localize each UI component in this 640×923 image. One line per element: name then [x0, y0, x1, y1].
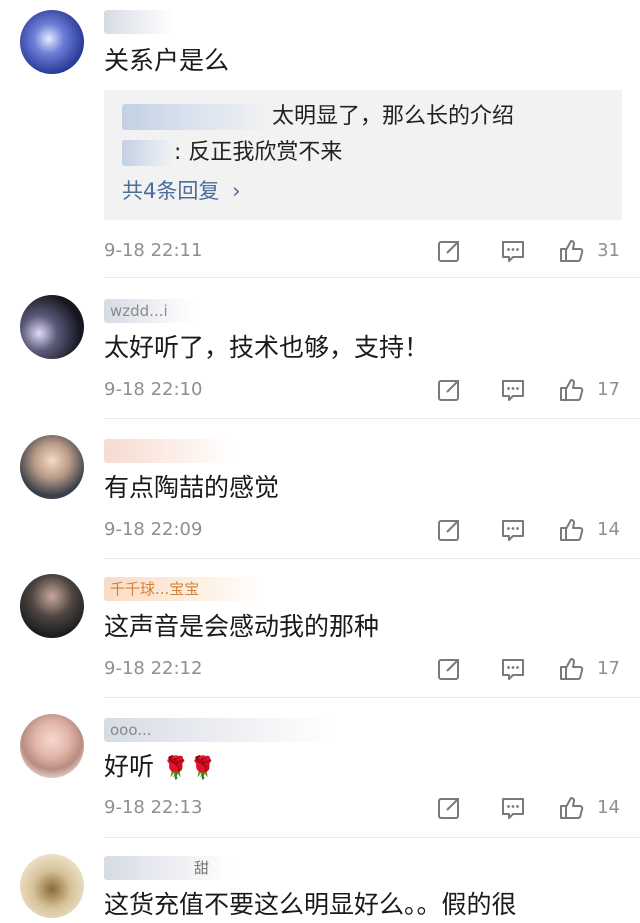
like-button[interactable]: 31 [558, 236, 620, 266]
avatar[interactable] [20, 295, 84, 359]
thumbs-up-icon [558, 656, 584, 682]
reply-username[interactable] [122, 104, 272, 130]
comment-body: 好听 [104, 752, 155, 781]
comment-text: 这货充值不要这么明显好么。。假的很 [104, 890, 517, 919]
username[interactable]: 千千球...宝宝 [104, 577, 264, 601]
timestamp: 9-18 22:13 [104, 797, 203, 818]
timestamp: 9-18 22:10 [104, 379, 203, 400]
thumbs-up-icon [558, 238, 584, 264]
comment-item: 千千球...宝宝 这声音是会感动我的那种 9-18 22:12 17 [0, 559, 640, 698]
like-button[interactable]: 17 [558, 654, 620, 684]
like-count: 17 [597, 379, 620, 400]
like-count: 14 [597, 519, 620, 540]
comment-text: 好听 🌹🌹 [104, 751, 217, 785]
comment-item: 关系户是么 太明显了，那么长的介绍 : 反正我欣赏不来 共4条回复 › 9-18… [0, 0, 640, 278]
timestamp: 9-18 22:09 [104, 519, 203, 540]
comment-item: 有点陶喆的感觉 9-18 22:09 14 [0, 419, 640, 559]
timestamp: 9-18 22:12 [104, 658, 203, 679]
comment-meta: 9-18 22:12 17 [104, 654, 620, 684]
username[interactable]: ooo... [104, 718, 334, 742]
like-count: 14 [597, 797, 620, 818]
rose-emoji: 🌹 [161, 756, 190, 781]
avatar[interactable] [20, 435, 84, 499]
comment-item: wzdd...i 太好听了，技术也够，支持！ 9-18 22:10 17 [0, 279, 640, 419]
rose-emoji: 🌹 [189, 756, 217, 781]
share-icon[interactable] [436, 517, 462, 543]
comment-meta: 9-18 22:10 17 [104, 375, 620, 405]
comment-text: 太好听了，技术也够，支持！ [104, 333, 430, 362]
thumbs-up-icon [558, 795, 584, 821]
username[interactable]: wzdd...i [104, 299, 194, 323]
like-button[interactable]: 17 [558, 375, 620, 405]
comment-meta: 9-18 22:13 14 [104, 793, 620, 823]
avatar[interactable] [20, 854, 84, 918]
avatar[interactable] [20, 10, 84, 74]
comment-text: 有点陶喆的感觉 [104, 473, 280, 502]
comment-icon[interactable] [500, 377, 526, 403]
reply-item[interactable]: 太明显了，那么长的介绍 [122, 102, 514, 132]
comment-item: ooo... 好听 🌹🌹 9-18 22:13 14 [0, 698, 640, 838]
like-count: 31 [597, 240, 620, 261]
comment-meta: 9-18 22:09 14 [104, 515, 620, 545]
share-icon[interactable] [436, 795, 462, 821]
reply-item[interactable]: : 反正我欣赏不来 [122, 138, 342, 168]
share-icon[interactable] [436, 377, 462, 403]
like-count: 17 [597, 658, 620, 679]
username[interactable] [104, 439, 234, 463]
reply-box[interactable]: 太明显了，那么长的介绍 : 反正我欣赏不来 共4条回复 › [104, 90, 622, 220]
avatar[interactable] [20, 574, 84, 638]
like-button[interactable]: 14 [558, 515, 620, 545]
view-replies-link[interactable]: 共4条回复 › [122, 176, 240, 206]
comment-icon[interactable] [500, 656, 526, 682]
like-button[interactable]: 14 [558, 793, 620, 823]
comment-item: 甜 这货充值不要这么明显好么。。假的很 [0, 838, 640, 923]
reply-text: 太明显了，那么长的介绍 [272, 104, 515, 129]
comment-icon[interactable] [500, 517, 526, 543]
comment-icon[interactable] [500, 238, 526, 264]
share-icon[interactable] [436, 238, 462, 264]
divider [104, 277, 640, 278]
timestamp: 9-18 22:11 [104, 240, 203, 261]
username[interactable]: 甜 [104, 856, 234, 880]
chevron-right-icon: › [232, 179, 241, 203]
comment-meta: 9-18 22:11 31 [104, 236, 620, 266]
comment-text: 这声音是会感动我的那种 [104, 612, 380, 641]
share-icon[interactable] [436, 656, 462, 682]
comment-icon[interactable] [500, 795, 526, 821]
username[interactable] [104, 10, 174, 34]
reply-username[interactable] [122, 140, 174, 166]
avatar[interactable] [20, 714, 84, 778]
thumbs-up-icon [558, 517, 584, 543]
reply-text: : 反正我欣赏不来 [174, 140, 343, 165]
thumbs-up-icon [558, 377, 584, 403]
comment-text: 关系户是么 [104, 46, 230, 75]
